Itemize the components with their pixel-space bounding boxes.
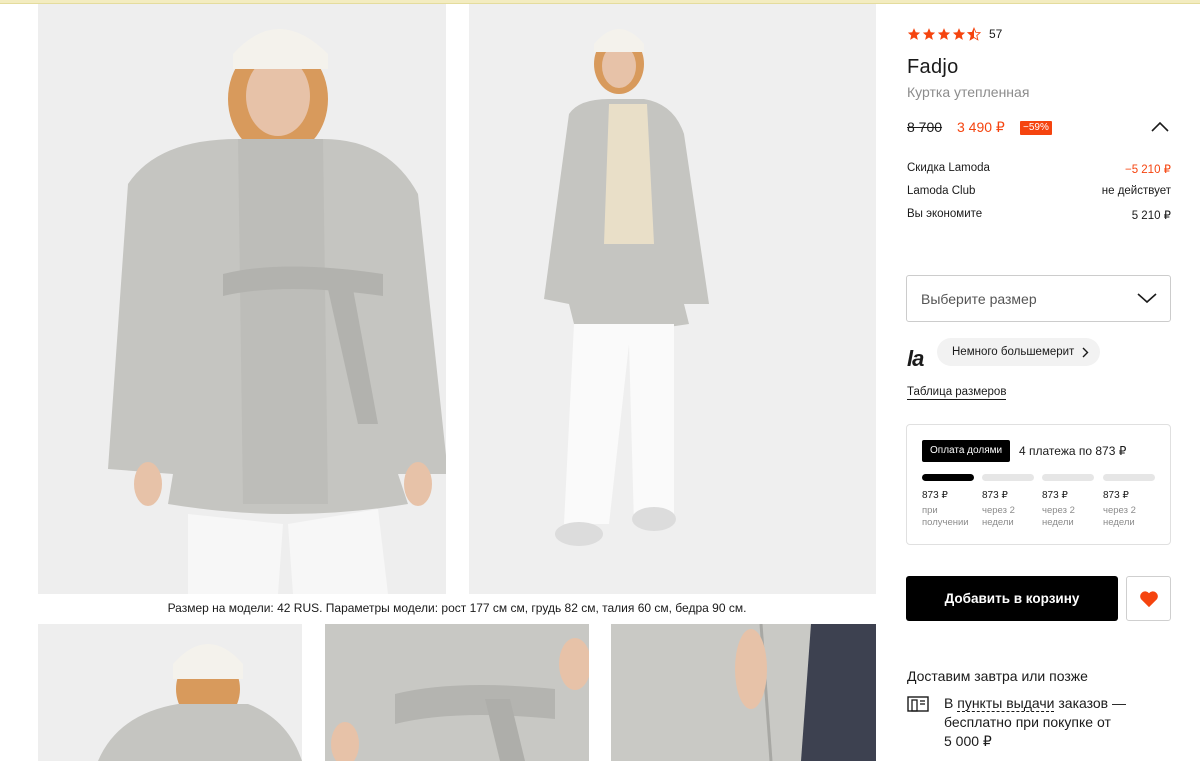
installment-amount-1: 873 ₽ [922,490,948,501]
discount-row-value: −5 210 ₽ [1124,164,1171,176]
model-full-body-illustration [469,4,876,594]
installments-summary: 4 платежа по 873 ₽ [1019,444,1127,458]
installment-when-1: при получении [922,505,969,528]
belt-detail-illustration [325,624,589,761]
favorite-button[interactable] [1126,576,1171,621]
star-icon [922,28,936,40]
rating-stars [907,27,981,41]
installment-when-3: через 2 недели [1042,505,1075,528]
size-select[interactable]: Выберите размер [906,275,1171,322]
lining-detail-illustration [611,624,876,761]
pickup-point-icon [907,696,929,712]
delivery-prefix: В [944,695,958,711]
lamoda-logo: la [907,346,924,371]
star-icon [907,28,921,40]
heart-icon [1139,590,1158,607]
size-select-placeholder: Выберите размер [921,290,1037,307]
savings-row-value: 5 210 ₽ [1131,210,1171,222]
chevron-down-icon [1137,293,1157,304]
old-price: 8 700 [907,119,943,135]
installment-progress-4 [1103,474,1155,481]
size-table-link[interactable]: Таблица размеров [907,386,1007,400]
installment-progress-1 [922,474,974,481]
model-size-caption: Размер на модели: 42 RUS. Параметры моде… [167,601,747,615]
review-count[interactable]: 57 [989,27,1002,41]
installment-when-4: через 2 недели [1103,505,1136,528]
star-half-icon [967,27,981,41]
installments-badge: Оплата долями [922,440,1011,462]
installment-when-2: через 2 недели [982,505,1015,528]
chevron-right-icon [1082,347,1089,358]
product-photo-back[interactable] [38,624,302,761]
delivery-line-2: бесплатно при покупке от [944,714,1111,730]
installment-progress-3 [1042,474,1094,481]
installment-amount-4: 873 ₽ [1103,490,1129,501]
product-photo-main[interactable] [38,4,446,594]
pickup-points-link[interactable]: пункты выдачи [957,695,1055,712]
fit-hint-text: Немного большемерит [952,346,1075,358]
discount-badge: −59% [1020,121,1052,135]
club-row-label: Lamoda Club [907,185,976,197]
delivery-title: Доставим завтра или позже [907,668,1088,684]
product-name: Куртка утепленная [907,84,1030,100]
star-icon [937,28,951,40]
installment-progress-2 [982,474,1034,481]
chevron-up-icon[interactable] [1150,120,1170,134]
back-view-illustration [38,624,302,761]
new-price: 3 490 ₽ [957,119,1005,135]
club-row-value: не действует [1101,185,1171,197]
product-photo-belt-detail[interactable] [325,624,589,761]
star-icon [952,28,966,40]
delivery-line-3: 5 000 ₽ [944,733,992,749]
add-to-cart-button[interactable]: Добавить в корзину [906,576,1118,621]
installment-amount-3: 873 ₽ [1042,490,1068,501]
delivery-suffix: заказов — [1054,695,1126,711]
brand-name[interactable]: Fadjo [907,56,959,79]
fit-hint-chip[interactable]: Немного большемерит [937,338,1101,366]
product-photo-full-body[interactable] [469,4,876,594]
product-photo-lining-detail[interactable] [611,624,876,761]
model-figure-illustration [38,4,446,594]
delivery-line-1: В пункты выдачи заказов — [944,694,1126,713]
installment-amount-2: 873 ₽ [982,490,1008,501]
